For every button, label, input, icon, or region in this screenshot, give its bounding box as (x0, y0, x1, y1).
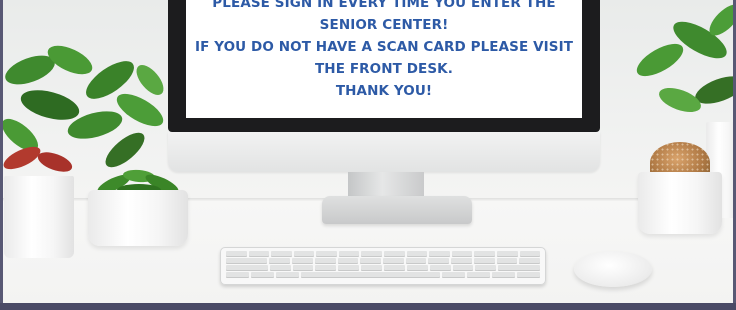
leaf (136, 65, 164, 95)
key (226, 272, 250, 277)
leaf (636, 43, 684, 77)
key (338, 265, 360, 270)
key (466, 272, 490, 277)
key (429, 251, 450, 256)
key (338, 251, 360, 256)
key (474, 251, 495, 256)
monitor-chin (168, 132, 600, 172)
leaf (20, 90, 80, 120)
screen-line: IF YOU DO NOT HAVE A SCAN CARD PLEASE VI… (194, 39, 574, 55)
screen-line: THANK YOU! (335, 83, 433, 99)
key (361, 251, 383, 256)
key (269, 258, 291, 263)
key (269, 265, 291, 270)
cactus-pot (638, 172, 722, 234)
frame-border-left (0, 0, 3, 304)
succulent-pot (88, 190, 188, 246)
key (384, 265, 405, 270)
key (384, 251, 405, 256)
key (475, 265, 497, 270)
left-plant-leaves (1, 45, 164, 172)
key (429, 265, 451, 270)
key (276, 272, 300, 277)
key-row (226, 258, 541, 263)
key (451, 251, 473, 256)
frame-border-bottom (0, 303, 736, 310)
key (406, 251, 428, 256)
key (337, 258, 359, 263)
key (292, 265, 314, 270)
key (226, 258, 268, 263)
wireless-keyboard (220, 247, 546, 285)
key (451, 258, 472, 263)
key (441, 272, 465, 277)
key (498, 265, 541, 270)
key (251, 272, 275, 277)
key (301, 272, 440, 277)
leaf (47, 45, 93, 75)
key (496, 258, 518, 263)
leaf-red (37, 152, 73, 172)
monitor-stand-neck (348, 172, 424, 198)
key (292, 258, 313, 263)
key (519, 251, 541, 256)
screen-line: PLEASE SIGN IN EVERY TIME YOU ENTER THE (212, 0, 556, 11)
key (383, 258, 404, 263)
leaf (659, 87, 701, 113)
key (315, 265, 337, 270)
key-row (226, 272, 541, 277)
key (405, 258, 427, 263)
wireless-mouse (574, 251, 652, 287)
key-row (226, 265, 541, 270)
key (496, 251, 518, 256)
key (293, 251, 315, 256)
key (226, 265, 268, 270)
key (519, 258, 541, 263)
key (516, 272, 541, 277)
key (316, 251, 337, 256)
desk-photo: PLEASE SIGN IN EVERY TIME YOU ENTER THE … (0, 0, 736, 310)
key (473, 258, 495, 263)
key (314, 258, 336, 263)
screen-line: THE FRONT DESK. (315, 61, 453, 77)
key (226, 251, 247, 256)
key (452, 265, 474, 270)
key (361, 265, 383, 270)
key (491, 272, 515, 277)
screen-line: SENIOR CENTER! (319, 17, 449, 33)
key (271, 251, 292, 256)
key (360, 258, 382, 263)
key-row (226, 251, 541, 256)
monitor-stand-base (322, 196, 472, 224)
monitor-screen: PLEASE SIGN IN EVERY TIME YOU ENTER THE … (186, 0, 582, 118)
key (428, 258, 450, 263)
key (248, 251, 270, 256)
screen-message: PLEASE SIGN IN EVERY TIME YOU ENTER THE … (186, 0, 582, 102)
left-plant-pot (4, 176, 74, 258)
key (406, 265, 428, 270)
